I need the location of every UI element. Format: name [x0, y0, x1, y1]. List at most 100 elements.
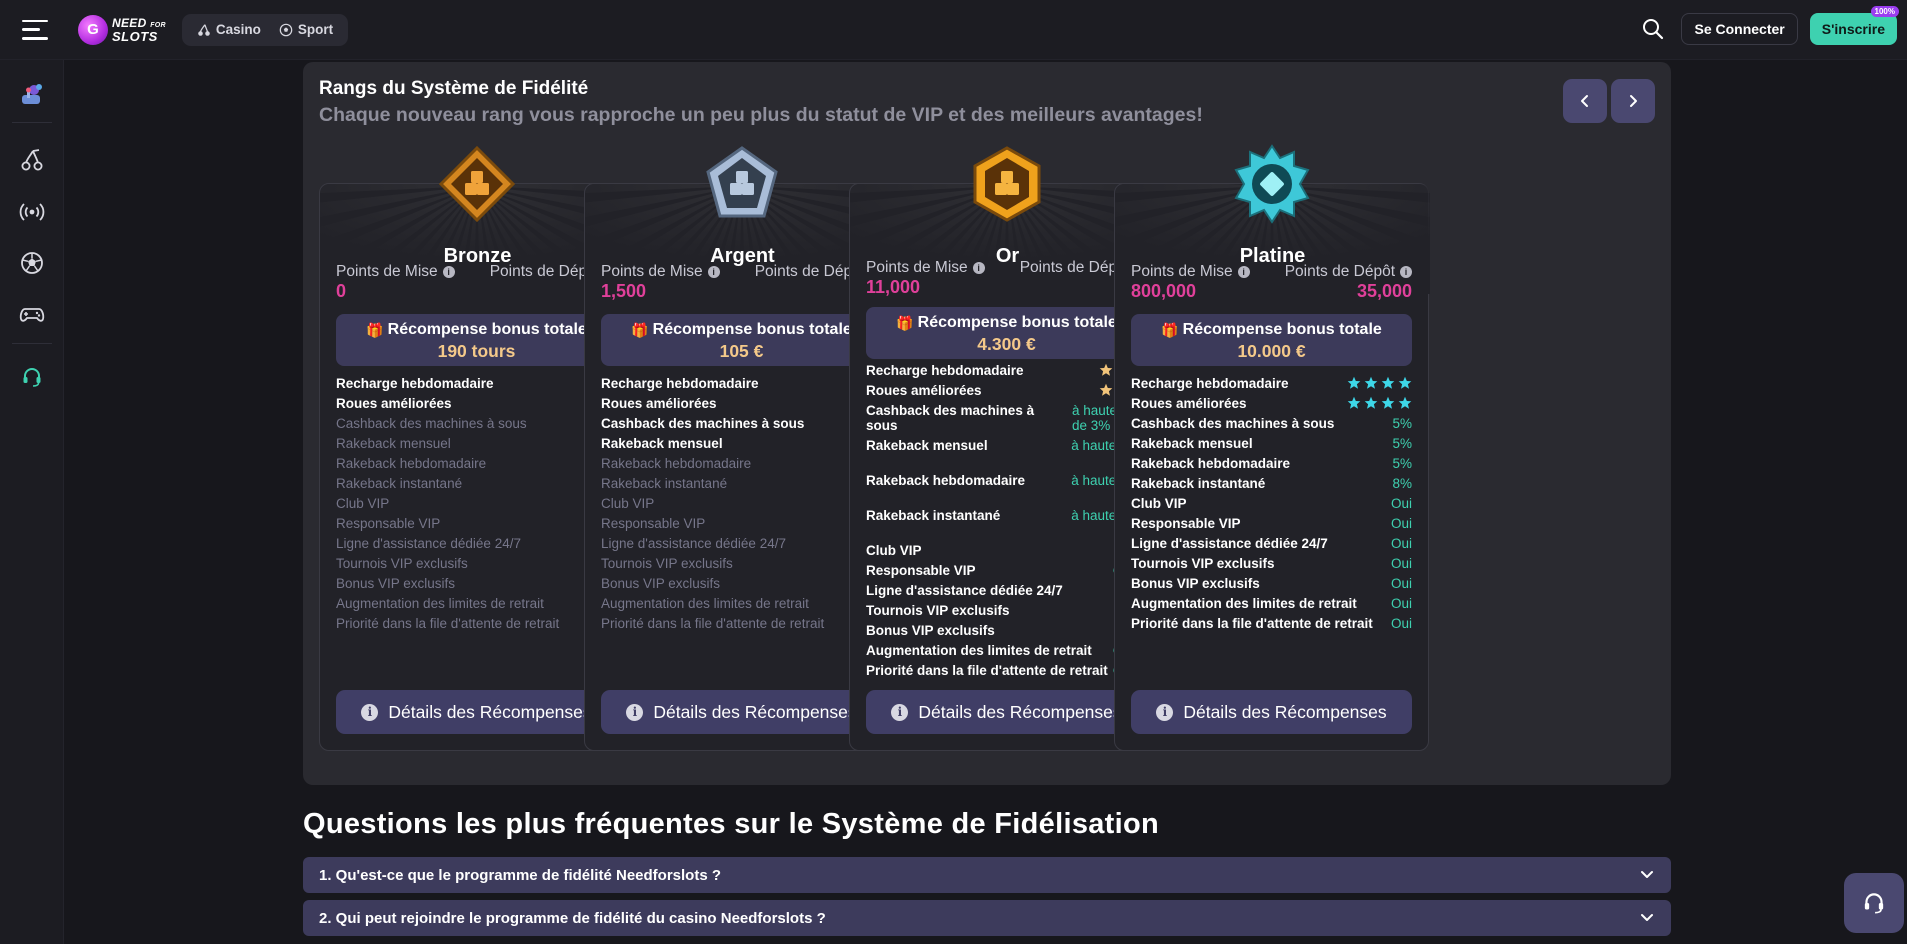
prev-rank-button[interactable] — [1563, 79, 1607, 123]
feature-value: 8% — [1392, 476, 1412, 491]
star-rating — [1347, 396, 1412, 410]
sidebar-item-sport[interactable] — [0, 243, 64, 283]
sport-tab[interactable]: Sport — [270, 22, 342, 37]
feature-name: Responsable VIP — [336, 516, 441, 531]
signup-bonus-badge: 100% — [1870, 6, 1899, 17]
menu-icon[interactable] — [22, 19, 48, 40]
info-icon[interactable]: i — [972, 262, 985, 274]
feature-name: Bonus VIP exclusifs — [866, 623, 995, 638]
next-rank-button[interactable] — [1611, 79, 1655, 123]
total-bonus-value: 105 € — [719, 341, 764, 361]
feature-name: Ligne d'assistance dédiée 24/7 — [336, 536, 521, 551]
sidebar-item-live[interactable] — [0, 192, 64, 232]
info-icon[interactable]: i — [442, 266, 455, 278]
total-bonus-box: 🎁 Récompense bonus totale 190 tours — [336, 314, 617, 366]
deposit-points-label: Points de Dépôti — [1285, 263, 1412, 281]
feature-name: Priorité dans la file d'attente de retra… — [601, 616, 825, 631]
chevron-down-icon — [1641, 871, 1653, 878]
total-bonus-box: 🎁 Récompense bonus totale 4.300 € — [866, 307, 1147, 359]
feature-name: Rakeback instantané — [1131, 476, 1266, 491]
football-icon — [279, 23, 293, 36]
reward-details-button[interactable]: i Détails des Récompenses — [866, 690, 1147, 734]
rank-badge-icon — [437, 144, 517, 228]
feature-row: Rakeback mensuelà hauteur de 4% — [866, 438, 1147, 468]
feature-row: Club VIPOui — [866, 543, 1147, 558]
feature-name: Recharge hebdomadaire — [866, 363, 1024, 378]
rank-badge-icon — [702, 144, 782, 228]
star-icon — [1381, 376, 1395, 389]
feature-row: Bonus VIP exclusifs — [601, 576, 882, 591]
info-icon: i — [361, 703, 379, 721]
feature-name: Tournois VIP exclusifs — [336, 556, 468, 571]
reward-details-button[interactable]: i Détails des Récompenses — [601, 690, 882, 734]
headset-icon — [23, 368, 41, 387]
feature-name: Cashback des machines à sous — [601, 416, 805, 431]
faq-item[interactable]: 2. Qui peut rejoindre le programme de fi… — [303, 900, 1671, 936]
feature-row: Priorité dans la file d'attente de retra… — [866, 663, 1147, 678]
bet-points-value: 11,000 — [866, 277, 921, 297]
feature-row: Rakeback hebdomadaireà hauteur de 4% — [866, 473, 1147, 503]
info-icon[interactable]: i — [1237, 266, 1250, 278]
login-button[interactable]: Se Connecter — [1681, 13, 1798, 45]
faq-item[interactable]: 1. Qu'est-ce que le programme de fidélit… — [303, 857, 1671, 893]
feature-row: Rakeback instantané 8% — [1131, 476, 1412, 491]
gift-icon: 🎁 — [896, 314, 914, 331]
reward-details-button[interactable]: i Détails des Récompenses — [336, 690, 617, 734]
feature-name: Tournois VIP exclusifs — [1131, 556, 1275, 571]
sidebar-item-games[interactable] — [0, 75, 64, 115]
feature-value: Oui — [1390, 576, 1412, 591]
feature-name: Rakeback mensuel — [1131, 436, 1253, 451]
info-icon[interactable]: i — [707, 266, 720, 278]
info-icon: i — [891, 703, 909, 721]
sidebar-item-casino[interactable] — [0, 140, 64, 180]
joystick-icon — [22, 84, 42, 104]
feature-row: Cashback des machines à sous1% — [601, 416, 882, 431]
info-icon[interactable]: i — [1400, 266, 1412, 278]
feature-row: Augmentation des limites de retrait Oui — [1131, 596, 1412, 611]
support-chat-button[interactable] — [1844, 873, 1904, 933]
feature-name: Priorité dans la file d'attente de retra… — [866, 663, 1108, 678]
feature-row: Cashback des machines à sous 5% — [1131, 416, 1412, 431]
feature-row: Rakeback hebdomadaire — [336, 456, 617, 471]
search-icon[interactable] — [1639, 15, 1667, 43]
total-bonus-value: 10.000 € — [1237, 341, 1306, 361]
reward-details-button[interactable]: i Détails des Récompenses — [1131, 690, 1412, 734]
feature-value: Oui — [1390, 536, 1412, 551]
star-icon — [1364, 376, 1378, 389]
feature-name: Tournois VIP exclusifs — [866, 603, 1010, 618]
feature-value: Oui — [1390, 496, 1412, 511]
feature-row: Recharge hebdomadaire — [336, 376, 617, 391]
feature-name: Rakeback hebdomadaire — [866, 473, 1026, 488]
deposit-points-value: 35,000 — [1356, 281, 1412, 301]
feature-row: Rakeback mensuel 5% — [1131, 436, 1412, 451]
logo-mark: G — [78, 14, 108, 45]
site-logo[interactable]: G NEED FOR SLOTS — [78, 14, 166, 45]
feature-row: Bonus VIP exclusifs — [336, 576, 617, 591]
faq-title: Questions les plus fréquentes sur le Sys… — [303, 808, 1160, 840]
feature-row: Rakeback instantané — [336, 476, 617, 491]
feature-name: Rakeback instantané — [601, 476, 728, 491]
live-broadcast-icon — [19, 203, 45, 221]
signup-button[interactable]: S'inscrire 100% — [1809, 6, 1899, 45]
star-icon — [1398, 376, 1412, 389]
total-bonus-box: 🎁 Récompense bonus totale 10.000 € — [1131, 314, 1412, 366]
feature-name: Bonus VIP exclusifs — [336, 576, 456, 591]
feature-row: Club VIPOui — [1131, 496, 1412, 511]
gift-icon: 🎁 — [631, 321, 649, 338]
bet-points-label: Points de Mise i — [336, 263, 455, 281]
sidebar-item-support[interactable] — [0, 357, 64, 397]
headset-icon — [1864, 893, 1884, 914]
sidebar-item-esports[interactable] — [0, 294, 64, 334]
feature-name: Recharge hebdomadaire — [1131, 376, 1289, 391]
feature-value: 5% — [1392, 436, 1412, 451]
top-bar: G NEED FOR SLOTS Casino Sport Se Connect… — [0, 0, 1907, 60]
feature-name: Club VIP — [866, 543, 922, 558]
star-rating — [1347, 376, 1412, 390]
bet-points-value: 0 — [336, 281, 347, 301]
star-icon — [1099, 383, 1113, 396]
feature-name: Club VIP — [601, 496, 655, 511]
feature-name: Rakeback hebdomadaire — [336, 456, 487, 471]
gift-icon: 🎁 — [1161, 321, 1179, 338]
casino-tab[interactable]: Casino — [188, 22, 270, 37]
feature-row: Rakeback instantanéà hauteur de 5% — [866, 508, 1147, 538]
